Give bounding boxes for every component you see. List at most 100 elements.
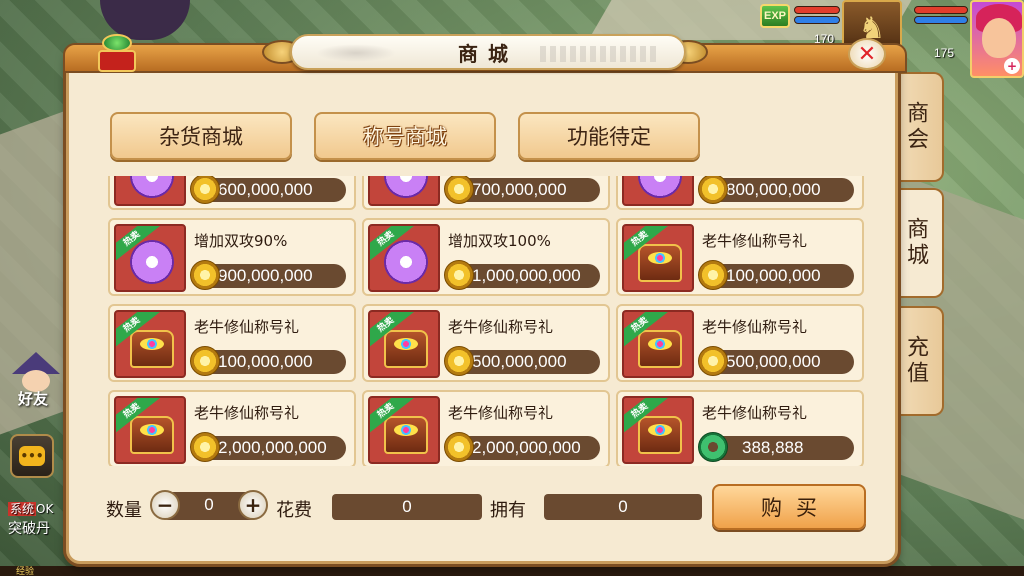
- scroll-icon: [631, 176, 689, 204]
- item-name: 增加双攻90%: [194, 232, 288, 250]
- tab-general-store[interactable]: 杂货商城: [110, 112, 292, 160]
- hero-level: 175: [934, 46, 955, 60]
- gold-coin-icon: [444, 260, 474, 290]
- cost-value: 0: [332, 494, 482, 520]
- shop-item-card[interactable]: 热卖 老牛修仙称号礼 2,000,000,000: [362, 390, 610, 466]
- hero-face: [982, 18, 1016, 58]
- tab-label: 功能待定: [567, 125, 651, 149]
- item-name: 老牛修仙称号礼: [702, 232, 808, 250]
- item-thumbnail: 热卖: [368, 176, 440, 206]
- item-thumbnail: 热卖: [368, 310, 440, 378]
- treasure-chest-icon: [384, 416, 428, 454]
- close-icon: ✕: [857, 41, 877, 67]
- chat-button[interactable]: •••: [10, 434, 54, 478]
- side-tab-label: 充值: [903, 335, 928, 387]
- system-message: 系统 OK: [8, 500, 53, 517]
- gold-coin-icon: [698, 346, 728, 376]
- quantity-stepper: − 0 +: [150, 490, 268, 520]
- shop-item-card[interactable]: 热卖 老牛修仙称号礼 500,000,000: [616, 304, 864, 382]
- gold-coin-icon: [444, 346, 474, 376]
- buy-button[interactable]: 购买: [712, 484, 866, 530]
- exp-strip-label: 经验: [16, 567, 35, 576]
- treasure-chest-icon: [130, 416, 174, 454]
- shop-title: 商城: [458, 41, 518, 66]
- item-thumbnail: 热卖: [622, 176, 694, 206]
- tab-title-store[interactable]: 称号商城: [314, 112, 496, 160]
- item-thumbnail: 热卖: [622, 224, 694, 292]
- scroll-icon: [123, 176, 181, 204]
- hero-plus-icon[interactable]: +: [1004, 58, 1020, 74]
- hero-mp-bar: [914, 16, 968, 24]
- item-name: 老牛修仙称号礼: [702, 318, 808, 336]
- gold-coin-icon: [698, 260, 728, 290]
- treasure-chest-icon: [638, 416, 682, 454]
- tab-tbd[interactable]: 功能待定: [518, 112, 700, 160]
- side-tab-label: 商城: [903, 217, 928, 269]
- friends-label: 好友: [18, 390, 49, 408]
- gold-coin-icon: [190, 346, 220, 376]
- title-ink-decoration: [316, 44, 396, 62]
- item-name: 老牛修仙称号礼: [194, 318, 300, 336]
- shop-item-card[interactable]: 热卖 增加双攻90% 900,000,000: [108, 218, 356, 296]
- item-thumbnail: 热卖: [368, 396, 440, 464]
- shop-item-card[interactable]: 热卖600,000,000: [108, 176, 356, 210]
- owned-label: 拥有: [490, 500, 526, 521]
- item-thumbnail: 热卖: [114, 176, 186, 206]
- system-tag: 系统: [8, 502, 37, 516]
- treasure-chest-icon: [638, 244, 682, 282]
- shop-title-plate: 商城: [290, 34, 686, 70]
- item-thumbnail: 热卖: [114, 224, 186, 292]
- lantern-icon: [96, 34, 138, 78]
- gold-coin-icon: [444, 432, 474, 462]
- hero-portrait[interactable]: +: [970, 0, 1024, 78]
- item-grid: 热卖600,000,000热卖700,000,000热卖800,000,000热…: [108, 176, 864, 466]
- pet-mp-bar: [794, 16, 840, 24]
- tab-label: 称号商城: [363, 125, 447, 149]
- item-thumbnail: 热卖: [622, 310, 694, 378]
- hero-hp-bar: [914, 6, 968, 14]
- tab-label: 杂货商城: [159, 125, 243, 149]
- exp-badge: EXP: [760, 4, 790, 28]
- shop-item-card[interactable]: 热卖700,000,000: [362, 176, 610, 210]
- treasure-chest-icon: [638, 330, 682, 368]
- item-thumbnail: 热卖: [114, 396, 186, 464]
- item-name: 老牛修仙称号礼: [448, 318, 554, 336]
- item-grid-viewport[interactable]: 热卖600,000,000热卖700,000,000热卖800,000,000热…: [108, 176, 864, 466]
- gold-coin-icon: [190, 260, 220, 290]
- purchase-controls: 数量 − 0 + 花费 0 拥有 0 购买: [106, 484, 866, 532]
- owned-value: 0: [544, 494, 702, 520]
- shop-item-card[interactable]: 热卖 老牛修仙称号礼 100,000,000: [616, 218, 864, 296]
- side-tab-label: 商会: [903, 101, 928, 153]
- shop-item-card[interactable]: 热卖 老牛修仙称号礼 2,000,000,000: [108, 390, 356, 466]
- treasure-chest-icon: [130, 330, 174, 368]
- quantity-label: 数量: [106, 500, 142, 521]
- chat-bubble-icon: •••: [19, 446, 45, 466]
- system-message-line2: 突破丹: [8, 521, 50, 537]
- quantity-value[interactable]: 0: [184, 495, 234, 515]
- jade-coin-icon: [698, 432, 728, 462]
- system-text: OK: [36, 502, 54, 516]
- shop-item-card[interactable]: 热卖 老牛修仙称号礼 500,000,000: [362, 304, 610, 382]
- plus-button[interactable]: +: [238, 490, 268, 520]
- item-thumbnail: 热卖: [622, 396, 694, 464]
- treasure-chest-icon: [384, 330, 428, 368]
- cost-label: 花费: [276, 500, 312, 521]
- gold-coin-icon: [190, 432, 220, 462]
- item-thumbnail: 热卖: [114, 310, 186, 378]
- shop-item-card[interactable]: 热卖 老牛修仙称号礼 100,000,000: [108, 304, 356, 382]
- shop-item-card[interactable]: 热卖 增加双攻100% 1,000,000,000: [362, 218, 610, 296]
- title-ink-decoration: [540, 46, 660, 62]
- item-name: 老牛修仙称号礼: [702, 404, 808, 422]
- scroll-icon: [377, 176, 435, 204]
- minus-button[interactable]: −: [150, 490, 180, 520]
- friends-button[interactable]: 好友: [4, 352, 64, 412]
- close-button[interactable]: ✕: [848, 38, 886, 70]
- item-name: 增加双攻100%: [448, 232, 551, 250]
- item-thumbnail: 热卖: [368, 224, 440, 292]
- item-name: 老牛修仙称号礼: [448, 404, 554, 422]
- exp-strip: 经验: [0, 566, 1024, 576]
- lantern-body: [98, 50, 136, 72]
- shop-item-card[interactable]: 热卖 老牛修仙称号礼 388,888: [616, 390, 864, 466]
- item-name: 老牛修仙称号礼: [194, 404, 300, 422]
- shop-item-card[interactable]: 热卖800,000,000: [616, 176, 864, 210]
